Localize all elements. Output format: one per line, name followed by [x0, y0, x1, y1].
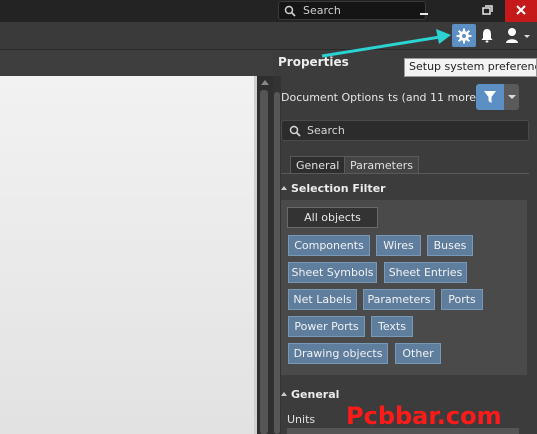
watermark-text: Pcbbar.com [346, 402, 502, 430]
annotation-arrow [321, 29, 451, 58]
